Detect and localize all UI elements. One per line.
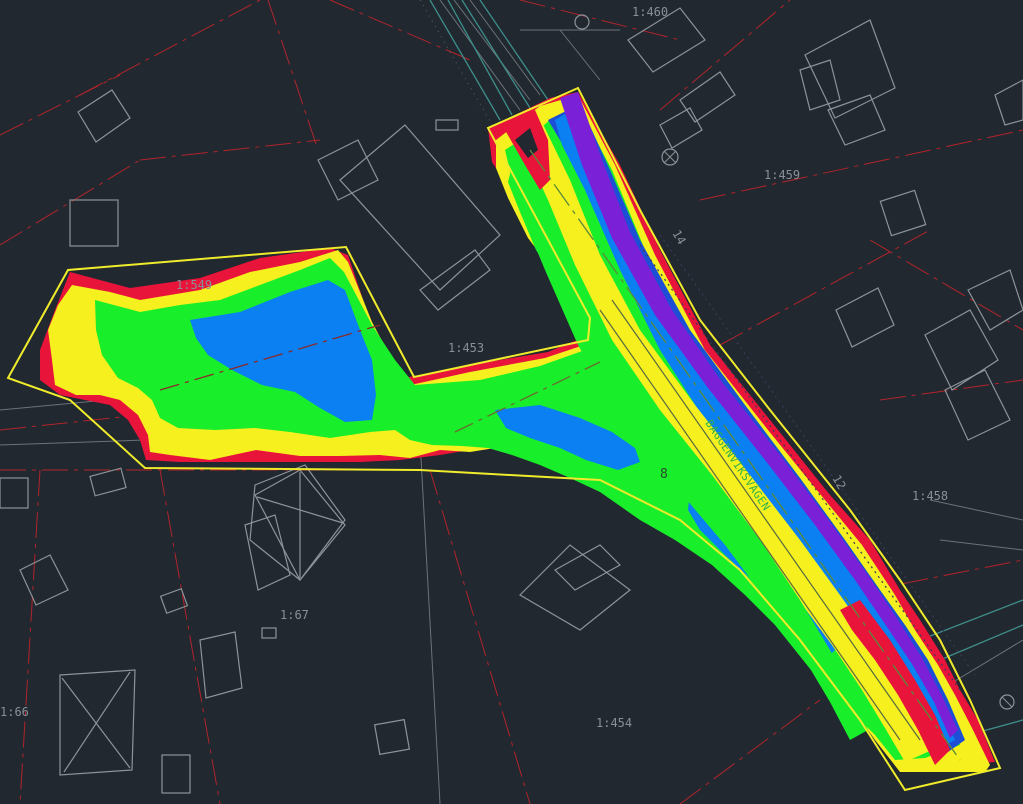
- parcel-label-1-459: 1:459: [764, 168, 800, 182]
- parcel-label-1-454: 1:454: [596, 716, 632, 730]
- parcel-label-1-549: 1:549: [176, 278, 212, 292]
- map-canvas[interactable]: 1:460 1:459 1:549 1:453 1:458 1:67 1:66 …: [0, 0, 1023, 804]
- parcel-label-1-458: 1:458: [912, 489, 948, 503]
- mark-8: 8: [660, 467, 668, 482]
- parcel-label-1-67: 1:67: [280, 608, 309, 622]
- parcel-label-1-453: 1:453: [448, 341, 484, 355]
- parcel-label-1-66: 1:66: [0, 705, 29, 719]
- parcel-label-1-460: 1:460: [632, 5, 668, 19]
